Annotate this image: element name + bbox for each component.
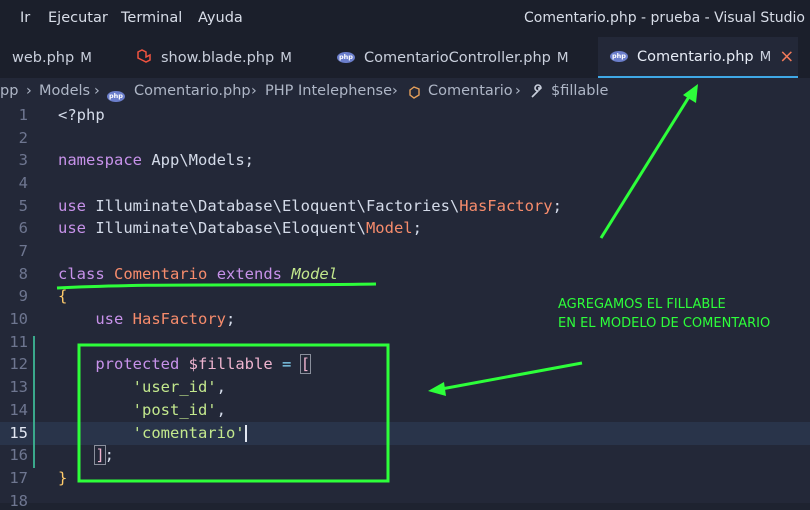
annotation-overlay: [56, 84, 698, 483]
annotation-line: EN EL MODELO DE COMENTARIO: [558, 316, 771, 331]
annotation-note: AGREGAMOS EL FILLABLE EN EL MODELO DE CO…: [558, 295, 770, 333]
arrow-to-tab: [599, 91, 694, 239]
annotation-line: AGREGAMOS EL FILLABLE: [558, 297, 726, 312]
underline-mark: [56, 282, 377, 290]
highlight-box: [77, 343, 390, 483]
arrow-to-box: [435, 361, 583, 392]
arrow-head: [428, 382, 446, 396]
